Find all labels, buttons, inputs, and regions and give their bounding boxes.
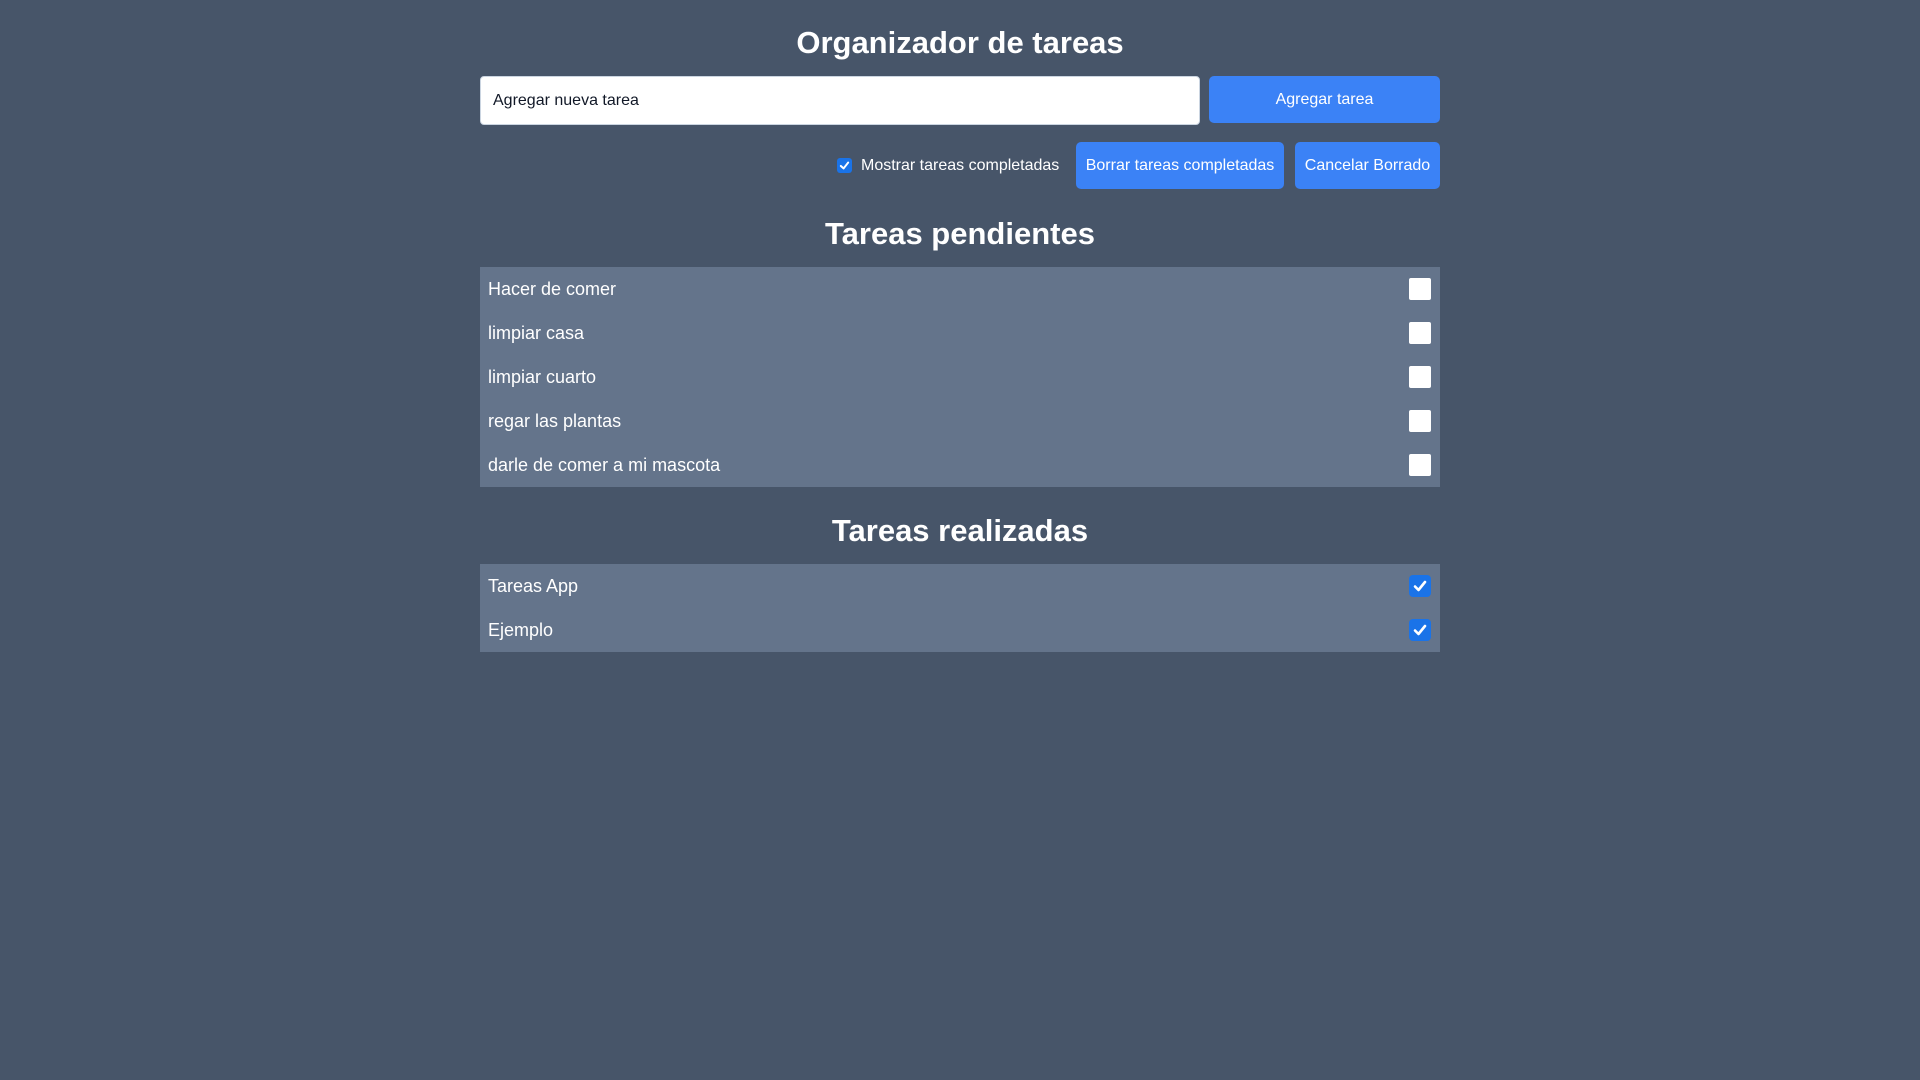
show-completed-label: Mostrar tareas completadas: [861, 156, 1060, 174]
task-label: darle de comer a mi mascota: [488, 454, 721, 475]
task-label: regar las plantas: [488, 410, 622, 431]
add-task-form: Agregar tarea: [480, 76, 1440, 125]
task-checkbox-checked[interactable]: [1409, 575, 1431, 597]
task-label: Ejemplo: [488, 619, 554, 640]
show-completed-toggle[interactable]: Mostrar tareas completadas: [837, 142, 1059, 189]
new-task-input[interactable]: [480, 76, 1200, 125]
check-icon: [839, 161, 850, 170]
check-icon: [1413, 624, 1427, 636]
done-section-title: Tareas realizadas: [831, 513, 1089, 548]
task-row: limpiar cuarto: [480, 355, 1440, 399]
page-title: Organizador de tareas: [796, 25, 1124, 60]
pending-section-title: Tareas pendientes: [825, 216, 1095, 251]
task-checkbox[interactable]: [1409, 278, 1431, 300]
task-row: regar las plantas: [480, 399, 1440, 443]
task-checkbox[interactable]: [1409, 366, 1431, 388]
task-row: darle de comer a mi mascota: [480, 443, 1440, 487]
task-row: Hacer de comer: [480, 267, 1440, 311]
task-label: Tareas App: [488, 575, 579, 596]
cancel-delete-button[interactable]: Cancelar Borrado: [1295, 142, 1440, 189]
task-checkbox[interactable]: [1409, 322, 1431, 344]
task-row: limpiar casa: [480, 311, 1440, 355]
task-checkbox[interactable]: [1409, 454, 1431, 476]
task-label: limpiar casa: [488, 322, 585, 343]
add-task-button[interactable]: Agregar tarea: [1209, 76, 1440, 123]
done-task-list: Tareas App Ejemplo: [480, 564, 1440, 652]
show-completed-checkbox[interactable]: [837, 158, 852, 173]
task-checkbox[interactable]: [1409, 410, 1431, 432]
task-label: limpiar cuarto: [488, 366, 597, 387]
controls-bar: Mostrar tareas completadas Borrar tareas…: [480, 142, 1440, 189]
delete-completed-button[interactable]: Borrar tareas completadas: [1076, 142, 1284, 189]
task-row: Ejemplo: [480, 608, 1440, 652]
task-label: Hacer de comer: [488, 278, 617, 299]
pending-task-list: Hacer de comer limpiar casa limpiar cuar…: [480, 267, 1440, 487]
task-row: Tareas App: [480, 564, 1440, 608]
task-checkbox-checked[interactable]: [1409, 619, 1431, 641]
check-icon: [1413, 580, 1427, 592]
